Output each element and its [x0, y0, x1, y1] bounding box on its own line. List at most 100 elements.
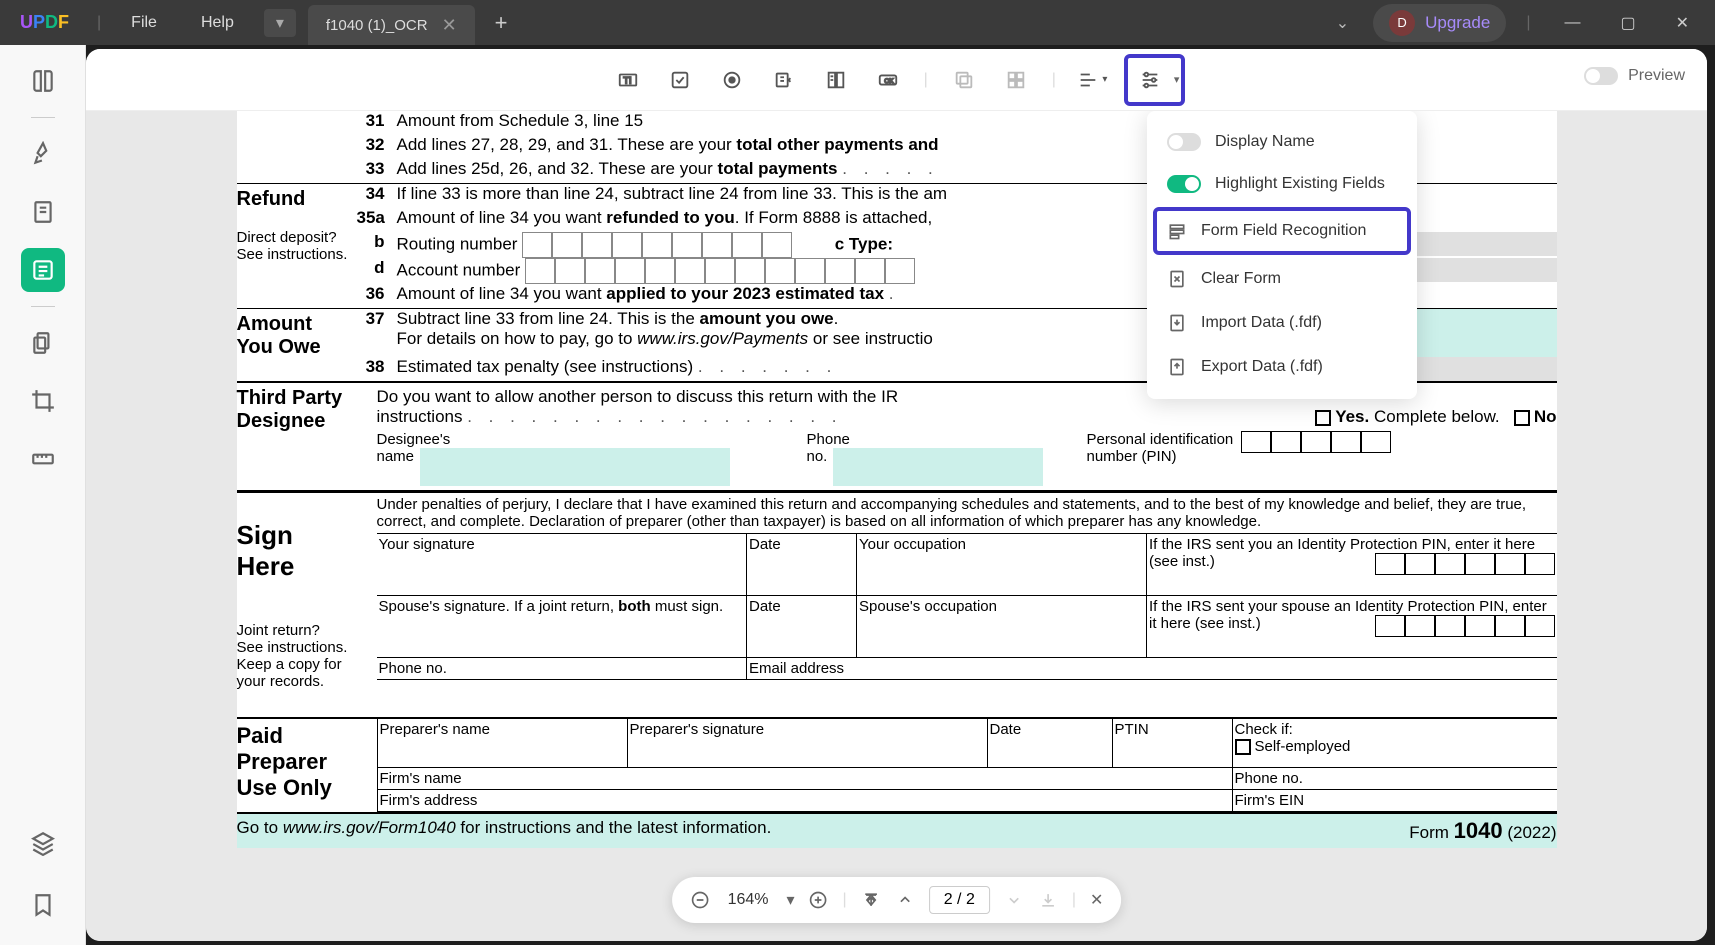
line-text: If line 33 is more than line 24, subtrac… — [397, 184, 1247, 204]
line-text: Add lines 27, 28, 29, and 31. These are … — [397, 135, 1247, 155]
document-tab[interactable]: f1040 (1)_OCR ✕ — [308, 5, 475, 45]
preview-toggle[interactable]: Preview — [1584, 67, 1685, 85]
line-text: Estimated tax penalty (see instructions)… — [397, 357, 1247, 377]
paid-preparer-label: Paid Preparer Use Only — [237, 719, 377, 812]
button-tool-icon[interactable]: OK — [868, 60, 908, 100]
form-field-recognition-button[interactable]: Form Field Recognition — [1153, 207, 1411, 255]
bookmark-icon[interactable] — [21, 883, 65, 927]
line-number: 33 — [357, 159, 397, 179]
line-number: 35a — [357, 208, 397, 228]
amount-you-owe-label: Amount You Owe — [237, 309, 357, 381]
line-number: d — [357, 258, 397, 278]
line-number: 31 — [357, 111, 397, 131]
form-settings-button[interactable]: ▾ — [1124, 54, 1186, 106]
new-tab-button[interactable]: + — [475, 10, 528, 36]
line-text: Account number — [397, 258, 1247, 284]
preview-label: Preview — [1628, 67, 1685, 85]
line-text: Routing number c Type: — [397, 232, 1247, 258]
line-number: 38 — [357, 357, 397, 377]
help-menu[interactable]: Help — [179, 14, 256, 32]
no-checkbox[interactable] — [1514, 410, 1530, 426]
page-number-input[interactable]: 2 / 2 — [929, 886, 990, 914]
spouse-pin-field[interactable] — [1375, 615, 1555, 637]
line-number: 32 — [357, 135, 397, 155]
divider: | — [89, 14, 109, 32]
measure-icon[interactable] — [21, 437, 65, 481]
upgrade-label: Upgrade — [1425, 13, 1490, 33]
edit-page-icon[interactable] — [21, 190, 65, 234]
routing-number-field[interactable] — [522, 232, 792, 258]
grid-tool-icon[interactable] — [996, 60, 1036, 100]
close-navigator-button[interactable]: ✕ — [1090, 890, 1103, 910]
layers-icon[interactable] — [21, 821, 65, 865]
line-number: 37 — [357, 309, 397, 329]
third-party-question: Do you want to allow another person to d… — [377, 387, 899, 406]
zoom-in-button[interactable] — [809, 890, 829, 910]
close-tab-icon[interactable]: ✕ — [442, 15, 457, 36]
pin-field[interactable] — [1241, 431, 1391, 486]
copy-tool-icon[interactable] — [944, 60, 984, 100]
maximize-button[interactable]: ▢ — [1606, 13, 1649, 33]
export-data-button[interactable]: Export Data (.fdf) — [1147, 345, 1417, 389]
file-menu[interactable]: File — [109, 14, 179, 32]
separator: | — [1048, 71, 1060, 89]
page-navigator: 164% ▾ | 2 / 2 | ✕ — [672, 877, 1122, 923]
line-number: 36 — [357, 284, 397, 304]
minimize-button[interactable]: ― — [1550, 14, 1594, 32]
separator: | — [920, 71, 932, 89]
designee-name-field[interactable] — [420, 448, 730, 486]
chevron-down-icon[interactable]: ⌄ — [1324, 13, 1361, 33]
crop-icon[interactable] — [21, 379, 65, 423]
line-text: Amount of line 34 you want applied to yo… — [397, 284, 1247, 304]
line-text: Add lines 25d, 26, and 32. These are you… — [397, 159, 1247, 179]
first-page-button[interactable] — [861, 890, 881, 910]
checkbox-tool-icon[interactable] — [660, 60, 700, 100]
sidebar — [0, 45, 86, 945]
avatar: D — [1389, 10, 1415, 36]
svg-text:TI: TI — [623, 75, 631, 85]
titlebar: UPDF | File Help ▾ f1040 (1)_OCR ✕ + ⌄ D… — [0, 0, 1715, 45]
third-party-label: Third Party Designee — [237, 383, 377, 490]
close-window-button[interactable]: ✕ — [1662, 13, 1703, 33]
prev-page-button[interactable] — [895, 890, 915, 910]
pages-icon[interactable] — [21, 321, 65, 365]
next-page-button[interactable] — [1004, 890, 1024, 910]
svg-text:OK: OK — [884, 77, 894, 84]
last-page-button[interactable] — [1038, 890, 1058, 910]
dropdown-tool-icon[interactable] — [764, 60, 804, 100]
line-text: Subtract line 33 from line 24. This is t… — [397, 309, 1247, 349]
line-text: Amount from Schedule 3, line 15 — [397, 111, 1247, 131]
align-tool-icon[interactable]: ▾ — [1072, 60, 1112, 100]
content-area: TI OK | | ▾ ▾ Preview — [86, 49, 1707, 941]
zoom-level: 164% — [724, 891, 773, 909]
identity-pin-field[interactable] — [1375, 553, 1555, 575]
import-data-button[interactable]: Import Data (.fdf) — [1147, 301, 1417, 345]
tab-title: f1040 (1)_OCR — [326, 17, 428, 34]
highlighter-icon[interactable] — [21, 132, 65, 176]
highlight-fields-toggle[interactable]: Highlight Existing Fields — [1147, 163, 1417, 205]
radio-tool-icon[interactable] — [712, 60, 752, 100]
app-logo: UPDF — [0, 12, 89, 33]
display-name-toggle[interactable]: Display Name — [1147, 121, 1417, 163]
designee-phone-field[interactable] — [833, 448, 1043, 486]
line-number: b — [357, 232, 397, 252]
line-number: 34 — [357, 184, 397, 204]
reader-mode-icon[interactable] — [21, 59, 65, 103]
zoom-dropdown-icon[interactable]: ▾ — [787, 890, 795, 910]
text-field-tool-icon[interactable]: TI — [608, 60, 648, 100]
account-number-field[interactable] — [525, 258, 915, 284]
preview-switch[interactable] — [1584, 67, 1618, 85]
clear-form-button[interactable]: Clear Form — [1147, 257, 1417, 301]
yes-checkbox[interactable] — [1315, 410, 1331, 426]
listbox-tool-icon[interactable] — [816, 60, 856, 100]
document-viewport[interactable]: 31 Amount from Schedule 3, line 15 32 Ad… — [86, 111, 1707, 941]
tab-dropdown[interactable]: ▾ — [264, 9, 296, 37]
form-mode-icon[interactable] — [21, 248, 65, 292]
sign-here-label: Sign Here — [237, 520, 295, 581]
divider: | — [1518, 14, 1538, 32]
line-text: Amount of line 34 you want refunded to y… — [397, 208, 1247, 228]
self-employed-checkbox[interactable] — [1235, 739, 1251, 755]
upgrade-button[interactable]: D Upgrade — [1373, 4, 1506, 42]
perjury-statement: Under penalties of perjury, I declare th… — [377, 493, 1557, 533]
zoom-out-button[interactable] — [690, 890, 710, 910]
